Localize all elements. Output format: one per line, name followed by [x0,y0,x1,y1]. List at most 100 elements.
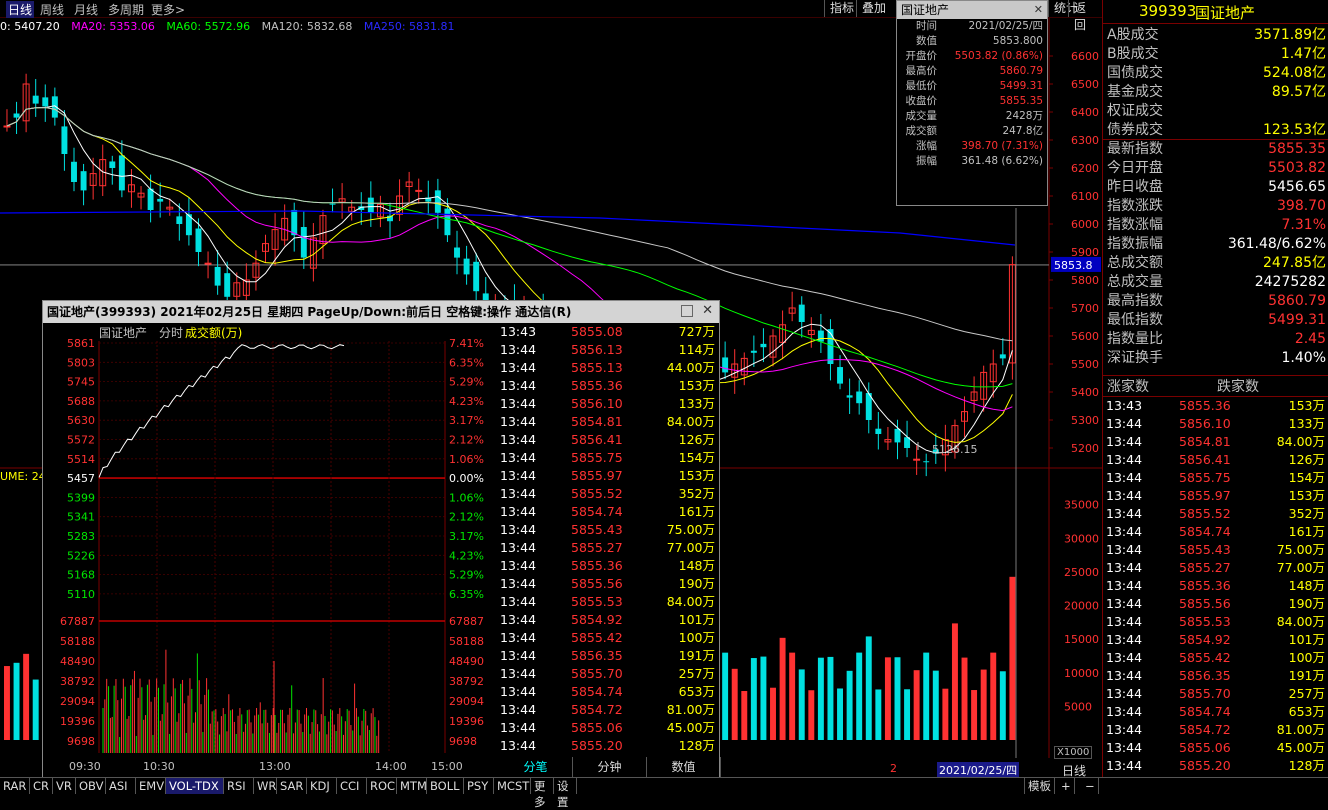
trade-volume: 81.00万 [1276,722,1325,737]
trade-time: 13:44 [1106,416,1143,431]
min-price-tick: 5861 [67,337,95,350]
info-value: 5855.35 [999,95,1043,107]
min-time-tick: 09:30 [69,760,101,773]
price-tick-label: 5200 [1071,442,1099,455]
intraday-tab-2[interactable]: 数值 [647,757,721,777]
trade-time: 13:44 [1106,488,1143,503]
intraday-tab-0[interactable]: 分笔 [499,757,573,777]
stat-row: 最低指数 5499.31 [1103,311,1328,330]
overlay-button[interactable]: 叠加 [856,0,891,17]
period-month-tab[interactable]: 月线 [74,1,98,18]
indicator-tab-rar[interactable]: RAR [0,778,30,794]
indicator-tab-cci[interactable]: CCI [337,778,367,794]
stat-row: 国债成交 524.08亿 [1103,64,1328,83]
intraday-chart[interactable]: 国证地产 分时 成交额(万) 5861 7.41% 5803 6.35% 5745 5.29% 5… [43,323,499,777]
volume-bar [932,670,939,740]
indicator-tab-roc[interactable]: ROC [367,778,397,794]
indicator-tab-cr[interactable]: CR [30,778,53,794]
trade-volume: 126万 [1288,452,1325,467]
indicator-tab-boll[interactable]: BOLL [427,778,464,794]
price-tick-label: 6200 [1071,162,1099,175]
trade-time: 13:44 [1106,650,1143,665]
candle-body [434,190,441,213]
trade-volume: 75.00万 [1276,542,1325,557]
min-time-tick: 15:00 [431,760,463,773]
cursor-date-label: 2021/02/25/四 [937,762,1020,778]
stat-row: 指数涨幅 7.31% [1103,216,1328,235]
tick-volume: 653万 [678,684,715,699]
min-pct-tick: 5.29% [449,376,484,389]
volume-bar [837,688,844,740]
indicator-tab-更多[interactable]: 更多 [531,778,554,809]
indicator-tab-mtm[interactable]: MTM [397,778,427,794]
trade-volume: 190万 [1288,596,1325,611]
more-periods-button[interactable]: 更多> [151,1,185,18]
intraday-window[interactable]: 国证地产(399393) 2021年02月25日 星期四 PageUp/Down… [42,300,721,778]
volume-bar [942,688,949,740]
period-day-tab[interactable]: 日线 [6,1,35,18]
period-week-tab[interactable]: 周线 [40,1,64,18]
stat-row: 深证换手 1.40% [1103,349,1328,368]
candle-body [71,161,77,182]
tick-row: 13:44 5855.70 257万 [499,665,719,683]
volume-bar [1009,576,1016,740]
period-multi-tab[interactable]: 多周期 [108,1,144,18]
maximize-icon[interactable] [681,305,693,317]
min-price-tick: 5688 [67,395,95,408]
tick-row: 13:44 5855.42 100万 [499,629,719,647]
stat-value: 247.85亿 [1263,255,1326,271]
tick-price: 5855.75 [571,450,623,465]
trade-price: 5854.81 [1179,434,1231,449]
close-icon[interactable]: ✕ [702,303,713,318]
indicator-tab-kdj[interactable]: KDJ [307,778,337,794]
volume-bar [722,652,729,740]
volume-bar [770,687,776,740]
tick-price: 5854.74 [571,684,623,699]
candle-body [760,343,767,348]
indicator-button[interactable]: 指标 [824,0,859,17]
intraday-tab-1[interactable]: 分钟 [573,757,647,777]
volume-bar [798,669,805,740]
info-value: 398.70 (7.31%) [961,140,1043,152]
tick-price: 5855.70 [571,666,623,681]
volume-unit-label: X1000 [1054,746,1093,759]
tick-row: 13:44 5854.81 84.00万 [499,413,719,431]
trade-time: 13:44 [1106,578,1143,593]
min-time-tick: 14:00 [375,760,407,773]
tick-price: 5854.74 [571,504,623,519]
zoom-in-button[interactable]: + [1058,778,1075,794]
indicator-tab-asi[interactable]: ASI [106,778,136,794]
trade-time: 13:44 [1106,524,1143,539]
volume-tick-label: 25000 [1064,566,1099,579]
info-box-title: 国证地产 [897,1,1047,19]
indicator-tab-rsi[interactable]: RSI [224,778,254,794]
trade-price: 5855.27 [1179,560,1231,575]
tick-list[interactable]: 13:43 5855.08 727万 13:44 5856.13 114万 13:44 585… [499,323,719,755]
min-price-tick: 5572 [67,434,95,447]
indicator-tab-sar[interactable]: SAR [277,778,307,794]
indicator-tab-psy[interactable]: PSY [464,778,494,794]
tick-volume: 128万 [678,738,715,753]
date-tick: 2 [890,762,897,775]
quote-panel: 399393 国证地产 A股成交 3571.89亿 B股成交 1.47亿 国债成交 524… [1102,0,1328,793]
min-price-tick: 5168 [67,569,95,582]
tick-price: 5855.08 [571,324,623,339]
indicator-tab-obv[interactable]: OBV [76,778,106,794]
close-icon[interactable]: ✕ [1034,3,1043,16]
tick-time: 13:44 [500,342,537,357]
zoom-out-button[interactable]: − [1082,778,1099,794]
min-price-tick: 5226 [67,549,95,562]
candle-body [329,203,336,205]
back-button[interactable]: 返回 [1068,0,1102,32]
indicator-tab-vol-tdx[interactable]: VOL-TDX [166,778,224,794]
indicator-tabbar: RAR CR VR OBV ASI EMV VOL-TDX RSI WR SAR KDJ CCI ROC… [0,777,1328,809]
indicator-tab-wr[interactable]: WR [254,778,277,794]
indicator-tab-vr[interactable]: VR [53,778,76,794]
candle-body [13,113,20,118]
tick-volume: 191万 [678,648,715,663]
template-button[interactable]: 模板 [1024,778,1055,794]
indicator-tab-mcst[interactable]: MCST [494,778,531,794]
tick-row: 13:44 5856.13 114万 [499,341,719,359]
indicator-tab-设置[interactable]: 设置 [554,778,577,809]
indicator-tab-emv[interactable]: EMV [136,778,166,794]
